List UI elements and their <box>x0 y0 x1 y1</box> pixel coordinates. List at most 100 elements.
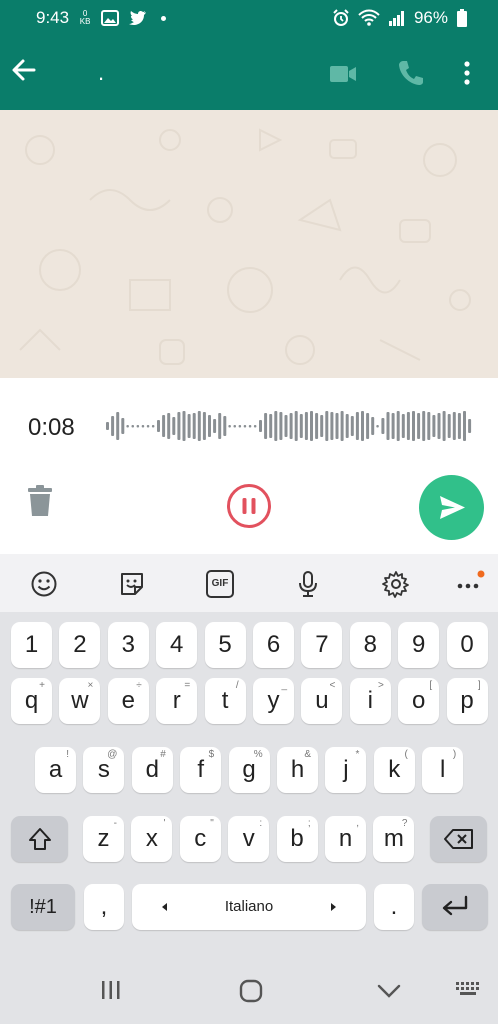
key-label: r <box>172 687 181 714</box>
waveform-bar <box>243 425 247 428</box>
key-secondary-label: < <box>329 680 336 691</box>
settings-icon[interactable] <box>382 570 410 598</box>
contact-name[interactable]: . <box>98 60 104 86</box>
key-secondary-label: & <box>304 749 311 760</box>
gif-icon[interactable]: GIF <box>206 570 234 598</box>
sticker-icon[interactable] <box>118 570 146 598</box>
key-secondary-label: ! <box>66 749 69 760</box>
waveform-bar <box>310 411 313 441</box>
comma-key-label: , <box>100 893 108 920</box>
key-d[interactable]: # d <box>131 747 173 793</box>
more-vert-icon[interactable] <box>452 58 482 88</box>
period-key[interactable]: . <box>374 884 414 930</box>
pause-icon[interactable] <box>226 483 272 529</box>
waveform-bar <box>355 412 359 440</box>
trash-icon[interactable] <box>26 484 54 518</box>
enter-icon <box>442 895 468 916</box>
key-k[interactable]: (k <box>373 747 415 793</box>
key-4[interactable]: 4 <box>156 622 198 668</box>
waveform-bar <box>366 413 370 439</box>
waveform-bar <box>422 411 426 441</box>
send-button[interactable] <box>419 475 484 540</box>
key-r[interactable]: = r <box>156 678 198 724</box>
key-q[interactable]: + q <box>11 678 52 724</box>
key-label: h <box>290 756 305 783</box>
backspace-key[interactable] <box>430 816 487 862</box>
waveform-bar <box>136 425 140 428</box>
key-0[interactable]: 0 <box>446 622 488 668</box>
key-secondary-label: % <box>253 749 263 760</box>
key-1[interactable]: 1 <box>11 622 52 668</box>
key-label: g <box>242 756 256 783</box>
key-j[interactable]: * j <box>325 747 367 793</box>
waveform-bar <box>253 425 257 428</box>
shift-key[interactable] <box>11 816 68 862</box>
waveform-bar <box>141 425 145 428</box>
key-o[interactable]: [o <box>398 678 440 724</box>
waveform-bar <box>218 413 222 439</box>
waveform-bar <box>335 413 339 439</box>
battery-percent: 96% <box>413 8 448 27</box>
left-arrow-icon <box>162 903 167 911</box>
key-u[interactable]: < u <box>301 678 343 724</box>
key-b[interactable]: ; b <box>276 816 318 862</box>
key-v[interactable]: :v <box>228 816 270 862</box>
key-5[interactable]: 5 <box>204 622 246 668</box>
key-6[interactable]: 6 <box>253 622 294 668</box>
key-i[interactable]: > i <box>349 678 391 724</box>
key-2[interactable]: 2 <box>59 622 101 668</box>
waveform-bar <box>106 422 109 430</box>
waveform-bar <box>294 411 298 441</box>
key-n[interactable]: ,n <box>325 816 366 862</box>
video-call-icon[interactable] <box>328 58 358 88</box>
key-h[interactable]: & h <box>277 747 318 793</box>
key-f[interactable]: $ f <box>180 747 222 793</box>
key-c[interactable]: " c <box>179 816 221 862</box>
waveform-bar <box>162 415 166 437</box>
key-z[interactable]: -z <box>83 816 124 862</box>
key-label: y <box>267 687 280 714</box>
emoji-icon[interactable] <box>30 570 58 598</box>
back-nav-icon[interactable] <box>376 978 402 1004</box>
key-e[interactable]: ÷ e <box>107 678 149 724</box>
key-8[interactable]: 8 <box>349 622 391 668</box>
home-icon[interactable] <box>238 978 264 1004</box>
key-7[interactable]: 7 <box>301 622 343 668</box>
key-secondary-label: " <box>210 818 214 829</box>
enter-key[interactable] <box>422 884 488 930</box>
key-w[interactable]: × w <box>59 678 101 724</box>
key-secondary-label: > <box>377 680 384 691</box>
key-y[interactable]: _ y <box>253 678 294 724</box>
waveform-bar <box>396 411 400 441</box>
key-x[interactable]: ' x <box>131 816 173 862</box>
comma-key[interactable]: , <box>84 884 124 930</box>
key-p[interactable]: ] p <box>446 678 488 724</box>
key-label: x <box>145 825 158 852</box>
key-label: s <box>97 756 110 783</box>
key-label: i <box>367 687 373 714</box>
key-label: u <box>315 687 329 714</box>
key-g[interactable]: % g <box>228 747 270 793</box>
key-m[interactable]: ? m <box>373 816 415 862</box>
key-secondary-label: ( <box>404 749 408 760</box>
key-3[interactable]: 3 <box>107 622 149 668</box>
mic-icon[interactable] <box>294 570 322 598</box>
key-secondary-label: / <box>235 680 239 691</box>
phone-icon[interactable] <box>396 58 426 88</box>
key-a[interactable]: ! a <box>35 747 76 793</box>
key-label: d <box>145 756 159 783</box>
chat-background <box>0 110 498 378</box>
back-arrow-icon[interactable] <box>10 56 38 84</box>
keyboard-switch-icon[interactable] <box>454 978 482 1004</box>
waveform-bar <box>264 413 268 439</box>
more-horiz-icon[interactable] <box>454 566 486 598</box>
key-9[interactable]: 9 <box>398 622 440 668</box>
space-key[interactable]: Italiano <box>132 884 366 930</box>
waveform-bar <box>457 413 461 439</box>
key-label: v <box>242 825 255 852</box>
key-s[interactable]: @ s <box>83 747 125 793</box>
symbols-key[interactable]: !#1 <box>11 884 75 930</box>
key-l[interactable]: ) l <box>422 747 464 793</box>
key-t[interactable]: / t <box>204 678 246 724</box>
recent-apps-icon[interactable] <box>99 978 123 1002</box>
